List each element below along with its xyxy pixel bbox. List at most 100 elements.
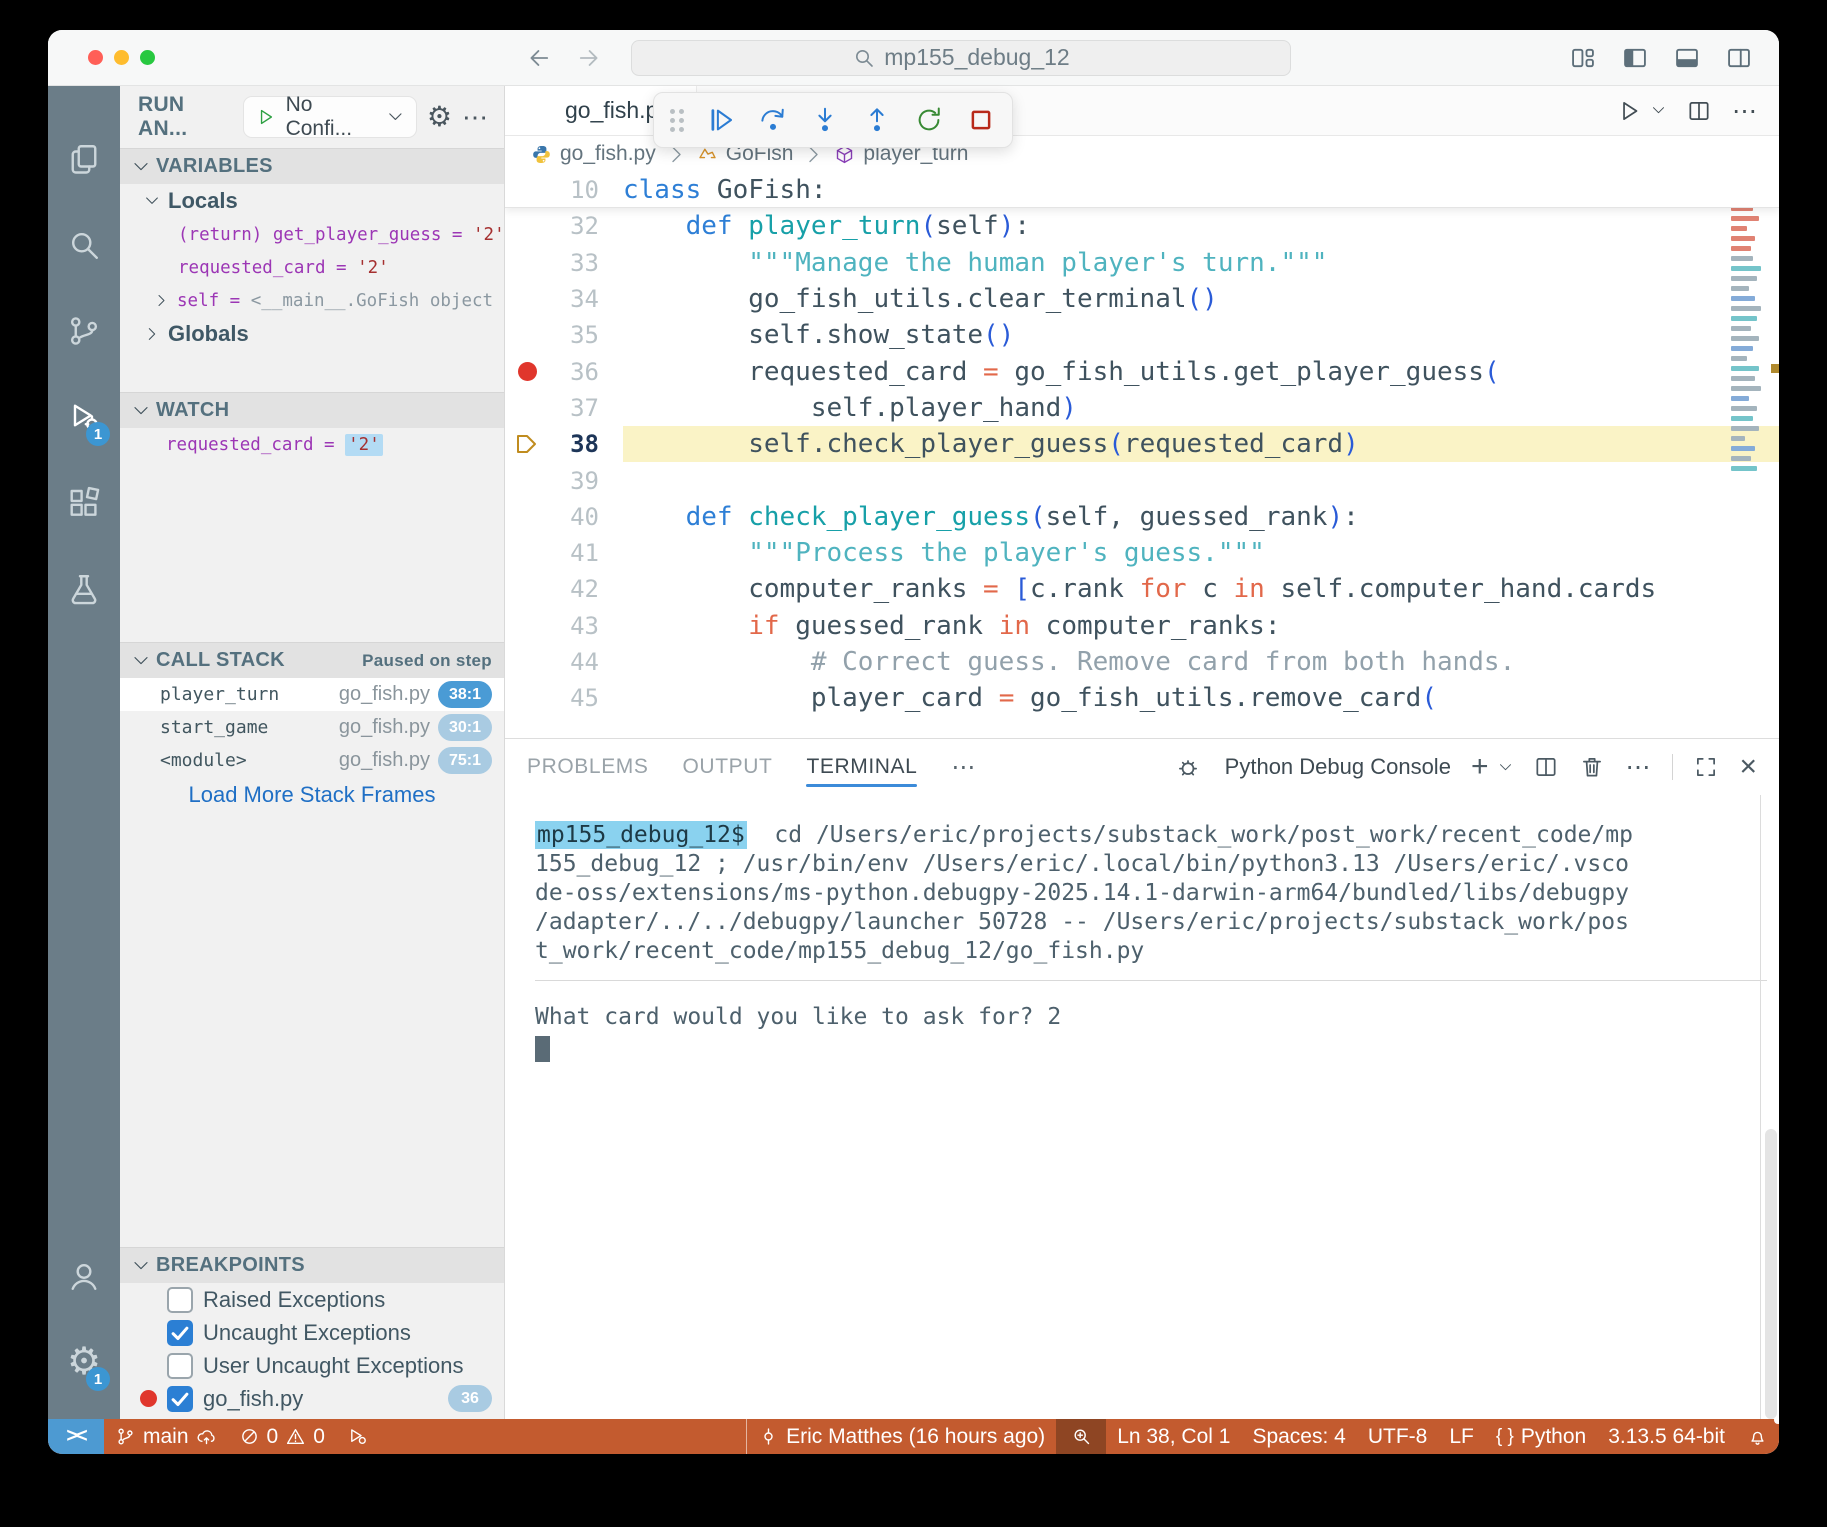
- code-line[interactable]: 10class GoFish:: [505, 172, 1779, 208]
- toggle-primary-sidebar-icon[interactable]: [1621, 44, 1649, 72]
- call-stack-header[interactable]: CALL STACK Paused on step: [120, 642, 504, 678]
- run-python-file-icon[interactable]: [1617, 98, 1643, 124]
- activity-item-extensions[interactable]: [48, 460, 120, 546]
- close-panel-icon[interactable]: ×: [1739, 752, 1757, 782]
- chevron-down-icon[interactable]: [1651, 103, 1666, 118]
- line-gutter[interactable]: 45: [505, 680, 623, 716]
- more-actions-icon[interactable]: ⋯: [462, 102, 490, 133]
- new-terminal-icon[interactable]: +: [1471, 752, 1489, 782]
- breakpoint-checkbox[interactable]: [167, 1320, 193, 1346]
- line-gutter[interactable]: 37: [505, 390, 623, 426]
- line-gutter[interactable]: 43: [505, 608, 623, 644]
- debug-status-item[interactable]: [336, 1419, 379, 1454]
- stack-frame-row[interactable]: start_gamego_fish.py30:1: [120, 711, 504, 744]
- line-gutter[interactable]: 34: [505, 281, 623, 317]
- minimize-window-button[interactable]: [114, 50, 129, 65]
- code-line[interactable]: 43 if guessed_rank in computer_ranks:: [505, 608, 1779, 644]
- code-line[interactable]: 32 def player_turn(self):: [505, 208, 1779, 244]
- activity-item-explorer[interactable]: [48, 116, 120, 202]
- debug-step-out-icon[interactable]: [862, 105, 892, 135]
- split-terminal-icon[interactable]: [1533, 754, 1559, 780]
- split-editor-icon[interactable]: [1686, 98, 1712, 124]
- terminal-more-actions-icon[interactable]: ⋯: [1625, 752, 1652, 782]
- maximize-panel-icon[interactable]: [1693, 754, 1719, 780]
- eol-status-item[interactable]: LF: [1438, 1419, 1485, 1454]
- breakpoints-header[interactable]: BREAKPOINTS: [120, 1247, 504, 1283]
- zoom-status-item[interactable]: [1056, 1419, 1106, 1454]
- notifications-bell[interactable]: [1736, 1419, 1779, 1454]
- panel-scrollbar[interactable]: [1765, 1129, 1777, 1419]
- debug-step-into-icon[interactable]: [810, 105, 840, 135]
- breakpoint-checkbox[interactable]: [167, 1353, 193, 1379]
- globals-tree-item[interactable]: Globals: [120, 317, 504, 351]
- debug-stop-icon[interactable]: [966, 105, 996, 135]
- kill-terminal-icon[interactable]: [1579, 754, 1605, 780]
- line-gutter[interactable]: 42: [505, 571, 623, 607]
- encoding-status-item[interactable]: UTF-8: [1357, 1419, 1439, 1454]
- python-runtime-status-item[interactable]: 3.13.5 64-bit: [1597, 1419, 1736, 1454]
- breakpoint-checkbox[interactable]: [167, 1287, 193, 1313]
- toggle-panel-icon[interactable]: [1673, 44, 1701, 72]
- activity-item-search[interactable]: [48, 202, 120, 288]
- launch-config-picker[interactable]: No Confi...: [243, 96, 417, 138]
- breakpoint-checkbox[interactable]: [167, 1386, 193, 1412]
- customize-layout-icon[interactable]: [1569, 44, 1597, 72]
- activity-item-testing[interactable]: [48, 546, 120, 632]
- back-icon[interactable]: [525, 44, 553, 72]
- code-line[interactable]: 45 player_card = go_fish_utils.remove_ca…: [505, 680, 1779, 716]
- close-window-button[interactable]: [88, 50, 103, 65]
- terminal-output[interactable]: mp155_debug_12$ cd /Users/eric/projects/…: [505, 795, 1779, 1419]
- line-gutter[interactable]: 32: [505, 208, 623, 244]
- panel-more-tabs-icon[interactable]: ⋯: [951, 753, 977, 782]
- code-line[interactable]: 33 """Manage the human player's turn.""": [505, 245, 1779, 281]
- line-gutter[interactable]: 33: [505, 245, 623, 281]
- line-gutter[interactable]: 41: [505, 535, 623, 571]
- code-line[interactable]: 34 go_fish_utils.clear_terminal(): [505, 281, 1779, 317]
- line-gutter[interactable]: 40: [505, 499, 623, 535]
- editor-more-actions-icon[interactable]: ⋯: [1732, 96, 1759, 126]
- stack-frame-row[interactable]: player_turngo_fish.py38:1: [120, 678, 504, 711]
- code-line[interactable]: 44 # Correct guess. Remove card from bot…: [505, 644, 1779, 680]
- debug-step-over-icon[interactable]: [758, 105, 788, 135]
- code-editor[interactable]: 10class GoFish: 32 def player_turn(self)…: [505, 172, 1779, 738]
- variable-row[interactable]: self = <__main__.GoFish object a…: [120, 284, 504, 317]
- stack-frame-row[interactable]: <module>go_fish.py75:1: [120, 744, 504, 777]
- git-blame-status-item[interactable]: Eric Matthes (16 hours ago): [746, 1419, 1056, 1454]
- debug-restart-icon[interactable]: [914, 105, 944, 135]
- breakpoint-row[interactable]: User Uncaught Exceptions: [120, 1349, 504, 1382]
- code-line[interactable]: 41 """Process the player's guess.""": [505, 535, 1779, 571]
- code-line[interactable]: 37 self.player_hand): [505, 390, 1779, 426]
- code-line[interactable]: 42 computer_ranks = [c.rank for c in sel…: [505, 571, 1779, 607]
- watch-header[interactable]: WATCH: [120, 392, 504, 428]
- load-more-stack-frames-link[interactable]: Load More Stack Frames: [120, 777, 504, 813]
- code-line[interactable]: 35 self.show_state(): [505, 317, 1779, 353]
- line-gutter[interactable]: 36: [505, 353, 623, 389]
- problems-status-item[interactable]: 0 0: [228, 1419, 336, 1454]
- code-line[interactable]: 40 def check_player_guess(self, guessed_…: [505, 499, 1779, 535]
- minimap[interactable]: [1731, 176, 1769, 471]
- variable-row[interactable]: requested_card = '2': [120, 251, 504, 284]
- activity-item-run-and-debug[interactable]: 1: [48, 374, 120, 460]
- language-status-item[interactable]: { }Python: [1485, 1419, 1597, 1454]
- watch-expression-row[interactable]: requested_card = '2': [120, 428, 504, 461]
- chevron-down-icon[interactable]: [1498, 760, 1513, 775]
- debug-settings-gear-icon[interactable]: ⚙: [427, 103, 452, 131]
- activity-item-manage[interactable]: ⚙1: [48, 1319, 120, 1405]
- code-line-current[interactable]: 38 self.check_player_guess(requested_car…: [505, 426, 1779, 462]
- variable-row[interactable]: (return) get_player_guess = '2': [120, 218, 504, 251]
- panel-tab-output[interactable]: OUTPUT: [683, 739, 773, 795]
- code-line[interactable]: 39: [505, 462, 1779, 498]
- panel-tab-terminal[interactable]: TERMINAL: [806, 739, 917, 795]
- panel-tab-problems[interactable]: PROBLEMS: [527, 739, 649, 795]
- debug-continue-icon[interactable]: [706, 105, 736, 135]
- branch-status-item[interactable]: main: [104, 1419, 228, 1454]
- toggle-secondary-sidebar-icon[interactable]: [1725, 44, 1753, 72]
- line-gutter[interactable]: 35: [505, 317, 623, 353]
- breakpoint-glyph[interactable]: [505, 362, 549, 381]
- breakpoint-row[interactable]: go_fish.py36: [120, 1382, 504, 1415]
- breadcrumb-item[interactable]: go_fish.py: [531, 142, 656, 166]
- line-gutter[interactable]: 44: [505, 644, 623, 680]
- cursor-position-status-item[interactable]: Ln 38, Col 1: [1106, 1419, 1241, 1454]
- line-gutter[interactable]: 10: [505, 172, 623, 207]
- line-gutter[interactable]: 38: [505, 426, 623, 462]
